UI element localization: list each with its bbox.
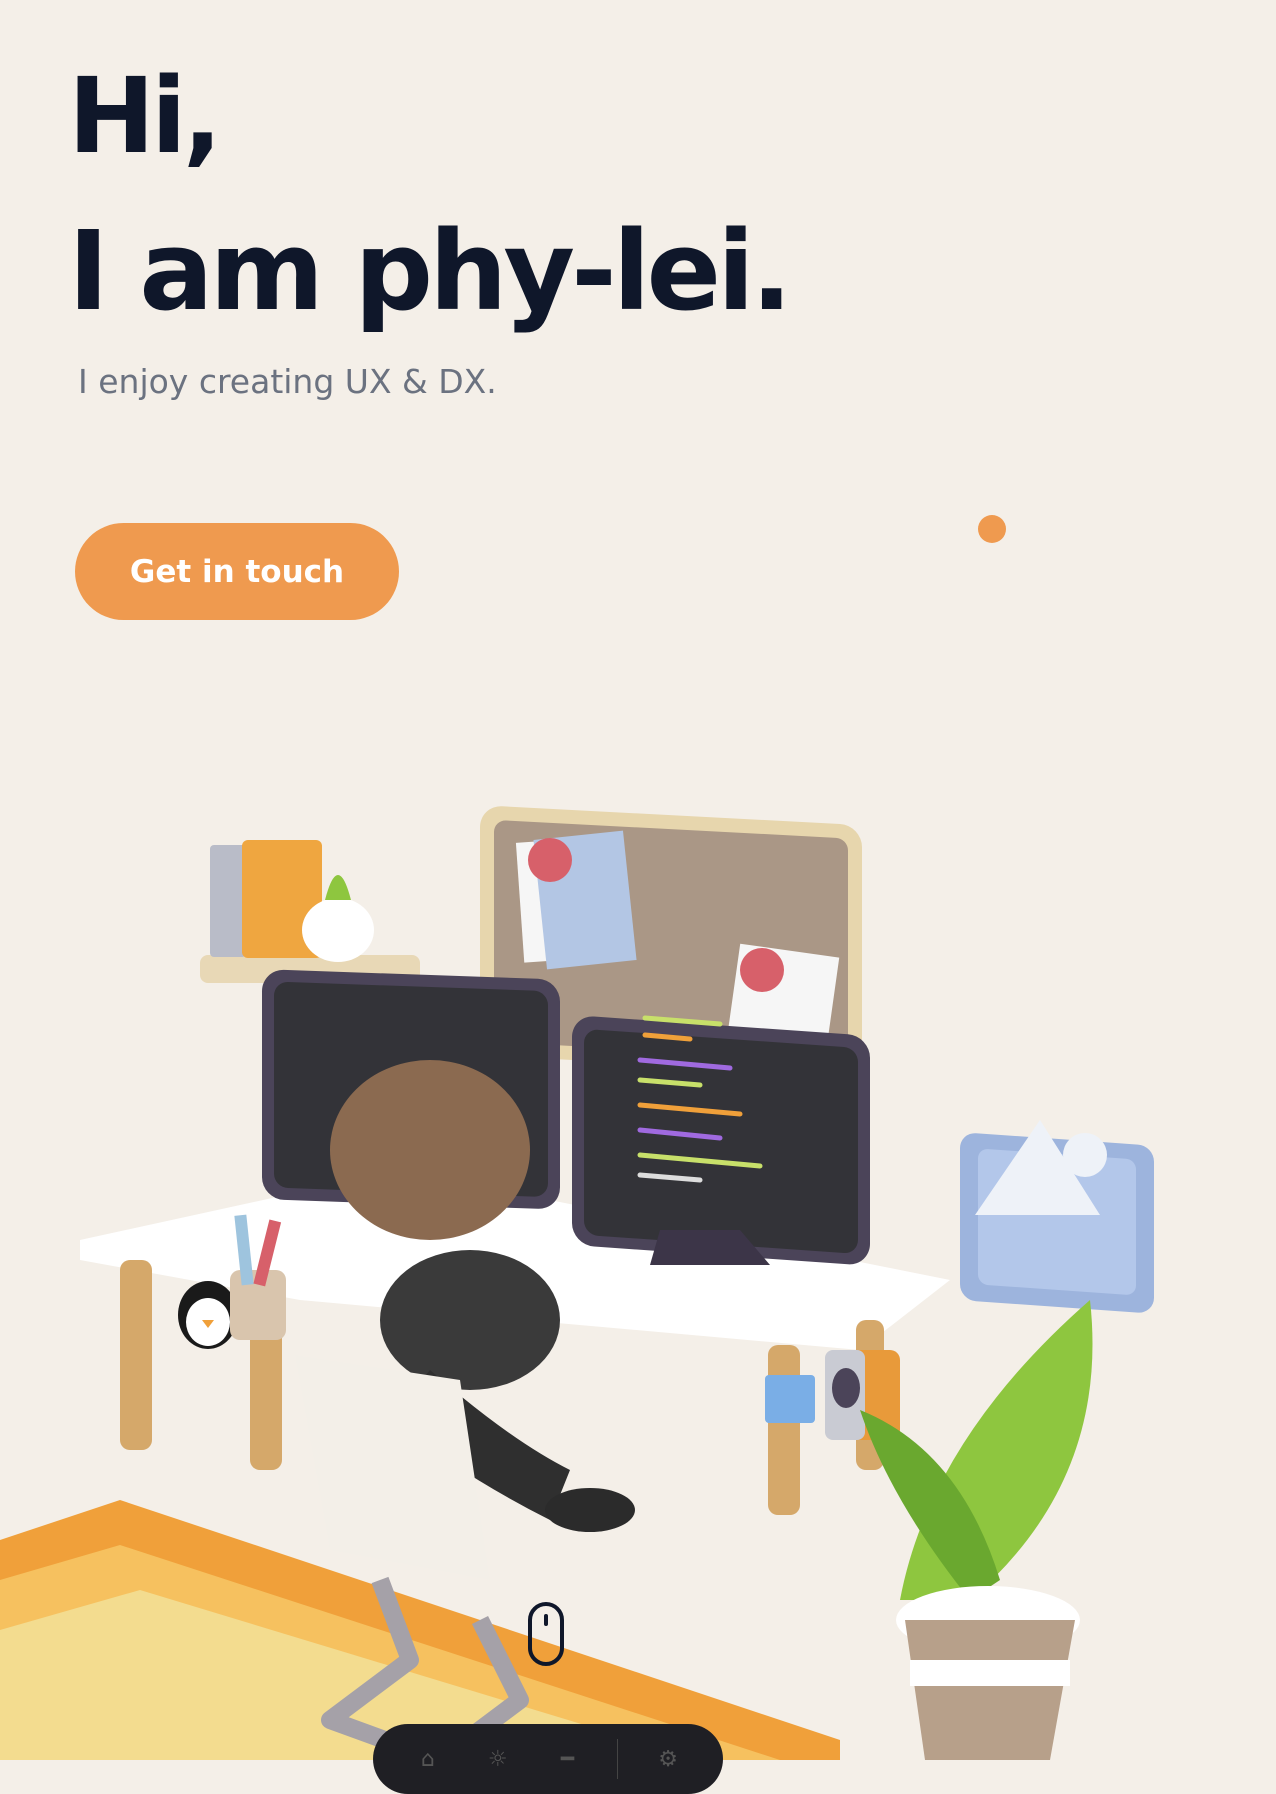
- hero-greeting: Hi,: [68, 55, 222, 177]
- accent-dot: [978, 515, 1006, 543]
- bookshelf-icon: [200, 840, 420, 983]
- lightbulb-icon[interactable]: ☼: [478, 1747, 518, 1772]
- workspace-illustration: [0, 806, 1154, 1760]
- mouse-icon[interactable]: [526, 1600, 566, 1668]
- settings-icon[interactable]: ⚙: [648, 1747, 688, 1772]
- penguin-icon: [178, 1281, 238, 1349]
- home-icon[interactable]: ⌂: [408, 1747, 448, 1772]
- dock-divider: [617, 1739, 619, 1779]
- picture-frame-icon: [960, 1120, 1154, 1313]
- hero-name: I am phy-lei.: [68, 207, 793, 335]
- toggle-icon[interactable]: ━: [547, 1747, 587, 1772]
- bottom-dock: ⌂ ☼ ━ ⚙: [373, 1724, 723, 1794]
- get-in-touch-button[interactable]: Get in touch: [75, 523, 399, 620]
- hero-tagline: I enjoy creating UX & DX.: [78, 362, 497, 401]
